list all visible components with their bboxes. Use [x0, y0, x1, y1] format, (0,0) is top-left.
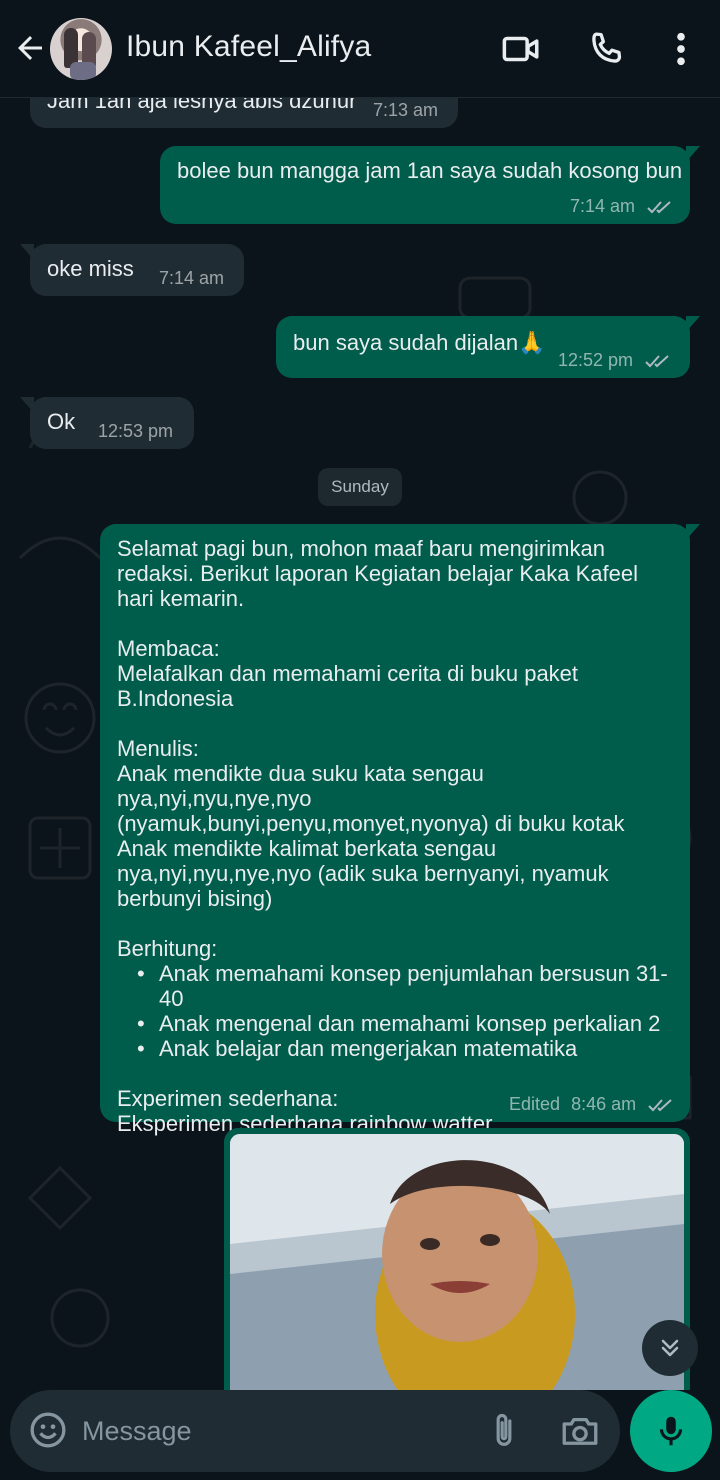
- photo-thumbnail[interactable]: [230, 1134, 684, 1390]
- more-vertical-icon[interactable]: [660, 28, 702, 70]
- double-check-icon: [645, 355, 669, 368]
- child-photo: [230, 1134, 684, 1390]
- list-item: Anak mengenal dan memahami konsep perkal…: [117, 1011, 677, 1036]
- arrow-left-icon[interactable]: [12, 30, 48, 66]
- report-heading: Membaca:: [117, 636, 220, 661]
- message-text: Jam 1an aja lesnya abis dzuhur: [47, 98, 357, 113]
- outgoing-message[interactable]: Selamat pagi bun, mohon maaf baru mengir…: [100, 524, 700, 1136]
- report-heading: Menulis:: [117, 736, 199, 761]
- phone-call-icon[interactable]: [585, 28, 627, 70]
- message-text: bolee bun mangga jam 1an saya sudah koso…: [177, 158, 683, 183]
- list-item: Anak belajar dan mengerjakan matematika: [117, 1036, 677, 1061]
- microphone-icon: [659, 1416, 683, 1446]
- double-check-icon: [647, 201, 671, 214]
- video-call-icon[interactable]: [500, 28, 542, 70]
- message-time: 7:14 am: [159, 268, 225, 288]
- camera-icon[interactable]: [558, 1410, 602, 1452]
- report-heading: Berhitung:: [117, 936, 218, 961]
- message-body: Selamat pagi bun, mohon maaf baru mengir…: [117, 536, 677, 1136]
- emoji-icon[interactable]: [28, 1410, 68, 1450]
- contact-avatar[interactable]: [50, 18, 112, 80]
- message-time: 12:53 pm: [98, 421, 174, 441]
- message-time-text: 7:14 am: [570, 196, 636, 216]
- date-separator: Sunday: [318, 468, 402, 506]
- paperclip-icon[interactable]: [484, 1408, 524, 1454]
- incoming-message[interactable]: oke miss 7:14 am: [20, 244, 244, 296]
- message-text: bun saya sudah dijalan🙏: [293, 330, 546, 355]
- outgoing-message[interactable]: bolee bun mangga jam 1an saya sudah koso…: [160, 146, 700, 224]
- double-check-icon: [648, 1099, 672, 1112]
- chevron-double-down-icon: [661, 1339, 679, 1357]
- report-intro: Selamat pagi bun, mohon maaf baru mengir…: [117, 536, 638, 611]
- message-text: oke miss: [47, 256, 134, 281]
- message-text: Ok: [47, 409, 76, 434]
- outgoing-message[interactable]: bun saya sudah dijalan🙏 12:52 pm: [276, 316, 700, 378]
- chat-history[interactable]: Jam 1an aja lesnya abis dzuhur 7:13 am b…: [0, 98, 720, 1390]
- report-text: Melafalkan dan memahami cerita di buku p…: [117, 661, 579, 711]
- report-text: Anak mendikte dua suku kata sengau nya,n…: [117, 761, 625, 911]
- report-list: Anak memahami konsep penjumlahan bersusu…: [117, 961, 677, 1061]
- chat-header: Ibun Kafeel_Alifya: [0, 0, 720, 98]
- image-message[interactable]: [224, 1128, 690, 1390]
- message-time: 7:13 am: [373, 100, 439, 120]
- message-time-text: 12:52 pm: [558, 350, 634, 370]
- message-input[interactable]: [82, 1410, 472, 1452]
- message-time: 7:14 am: [570, 194, 674, 219]
- scroll-to-bottom-button[interactable]: [642, 1320, 698, 1376]
- microphone-button[interactable]: [630, 1390, 712, 1472]
- incoming-message[interactable]: Ok 12:53 pm: [20, 397, 194, 449]
- contact-name[interactable]: Ibun Kafeel_Alifya: [126, 30, 371, 64]
- list-item: Anak memahami konsep penjumlahan bersusu…: [117, 961, 677, 1011]
- message-time-text: 8:46 am: [571, 1094, 637, 1114]
- edited-label: Edited: [509, 1094, 561, 1114]
- message-time: Edited 8:46 am: [509, 1092, 675, 1117]
- message-time: 12:52 pm: [558, 348, 672, 373]
- incoming-message[interactable]: Jam 1an aja lesnya abis dzuhur 7:13 am: [30, 98, 458, 128]
- message-composer: [10, 1390, 620, 1472]
